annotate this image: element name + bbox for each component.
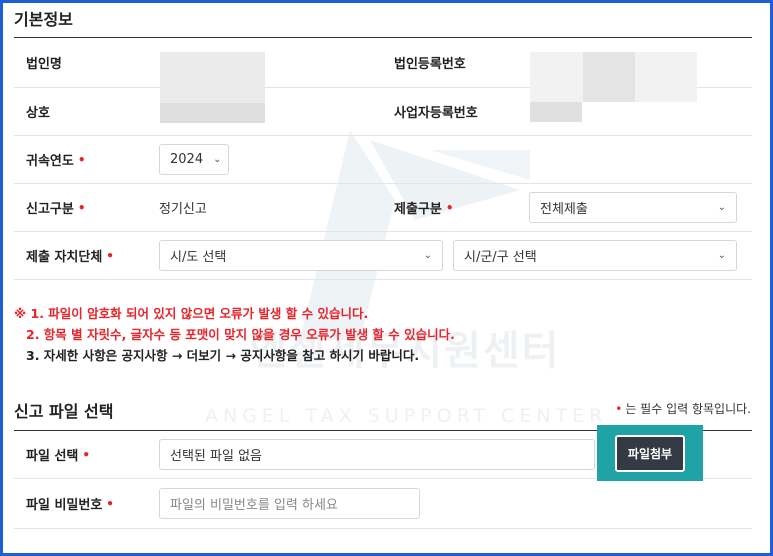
year-cell: 2024 ⌄ [147, 136, 229, 183]
report-type-label-cell: 신고구분 • [14, 184, 147, 231]
file-password-input[interactable]: 파일의 비밀번호를 입력 하세요 [159, 488, 420, 519]
basic-info-title: 기본정보 [14, 10, 73, 29]
redacted-corp-reg [530, 52, 585, 102]
redacted-corp-reg-2 [583, 52, 635, 102]
year-label: 귀속연도 [26, 154, 74, 169]
redacted-corp-reg-3 [635, 52, 697, 102]
file-section-title: 신고 파일 선택 [14, 402, 114, 421]
required-dot: • [615, 402, 623, 416]
submit-type-label-cell: 제출구분 • [382, 184, 517, 231]
year-row: 귀속연도 • 2024 ⌄ [14, 136, 752, 184]
file-password-row: 파일 비밀번호 • 파일의 비밀번호를 입력 하세요 [14, 479, 752, 529]
submit-type-label: 제출구분 [394, 202, 442, 217]
chevron-down-icon: ⌄ [213, 154, 222, 165]
notice-item-2: 2. 항목 별 자릿수, 글자수 등 포맷이 맞지 않을 경우 오류가 발생 할… [26, 327, 455, 342]
redacted-trade-name [160, 103, 265, 123]
report-type-label: 신고구분 [26, 202, 74, 217]
sido-select-value: 시/도 선택 [170, 250, 227, 265]
corp-name-label: 법인명 [26, 57, 62, 72]
year-label-cell: 귀속연도 • [14, 136, 147, 183]
sido-select[interactable]: 시/도 선택 ⌄ [159, 240, 443, 271]
password-label-cell: 파일 비밀번호 • [14, 479, 147, 528]
biz-reg-label: 사업자등록번호 [394, 106, 478, 121]
report-type-row: 신고구분 • 정기신고 제출구분 • 전체제출 ⌄ [14, 184, 752, 232]
submit-type-cell: 전체제출 ⌄ [517, 184, 752, 231]
required-dot: • [77, 152, 86, 167]
required-dot: • [445, 200, 454, 215]
sigungu-select[interactable]: 시/군/구 선택 ⌄ [453, 240, 737, 271]
local-gov-row: 제출 자치단체 • 시/도 선택 ⌄ 시/군/구 선택 ⌄ [14, 232, 752, 280]
trade-name-label: 상호 [26, 106, 50, 121]
required-legend-text: 는 필수 입력 항목입니다. [625, 402, 751, 416]
local-gov-label-cell: 제출 자치단체 • [14, 232, 147, 279]
file-input-cell: 선택된 파일 없음 [147, 431, 595, 478]
attach-file-button[interactable]: 파일첨부 [614, 434, 686, 472]
sigungu-select-value: 시/군/구 선택 [464, 250, 537, 265]
chevron-down-icon: ⌄ [717, 202, 726, 213]
required-dot: • [77, 200, 86, 215]
file-label-cell: 파일 선택 • [14, 431, 147, 478]
corp-reg-label: 법인등록번호 [394, 57, 466, 72]
required-dot: • [106, 496, 114, 511]
local-gov-label: 제출 자치단체 [26, 250, 103, 265]
notice-list: ※ 1. 파일이 암호화 되어 있지 않으면 오류가 발생 할 수 있습니다. … [14, 303, 455, 366]
password-label: 파일 비밀번호 [26, 498, 103, 513]
redacted-biz-reg [530, 102, 582, 122]
year-select[interactable]: 2024 ⌄ [159, 144, 229, 175]
local-gov-cell: 시/도 선택 ⌄ 시/군/구 선택 ⌄ [147, 232, 752, 279]
notice-item-1: ※ 1. 파일이 암호화 되어 있지 않으면 오류가 발생 할 수 있습니다. [14, 306, 369, 321]
chevron-down-icon: ⌄ [423, 250, 432, 261]
notice-item-3: 3. 자세한 사항은 공지사항 → 더보기 → 공지사항을 참고 하시기 바랍니… [26, 348, 420, 363]
file-label: 파일 선택 [26, 449, 79, 464]
file-name-field[interactable]: 선택된 파일 없음 [159, 439, 595, 470]
required-legend: • 는 필수 입력 항목입니다. [615, 400, 751, 417]
watermark-subtitle: ANGEL TAX SUPPORT CENTER [205, 405, 608, 427]
chevron-down-icon: ⌄ [717, 250, 726, 261]
submit-type-select[interactable]: 전체제출 ⌄ [529, 192, 737, 223]
required-dot: • [82, 447, 91, 462]
password-input-cell: 파일의 비밀번호를 입력 하세요 [147, 479, 420, 528]
attach-highlight: 파일첨부 [597, 425, 703, 481]
submit-type-select-value: 전체제출 [540, 202, 588, 217]
report-type-value: 정기신고 [159, 202, 207, 217]
year-select-value: 2024 [170, 152, 204, 167]
required-dot: • [106, 248, 114, 263]
